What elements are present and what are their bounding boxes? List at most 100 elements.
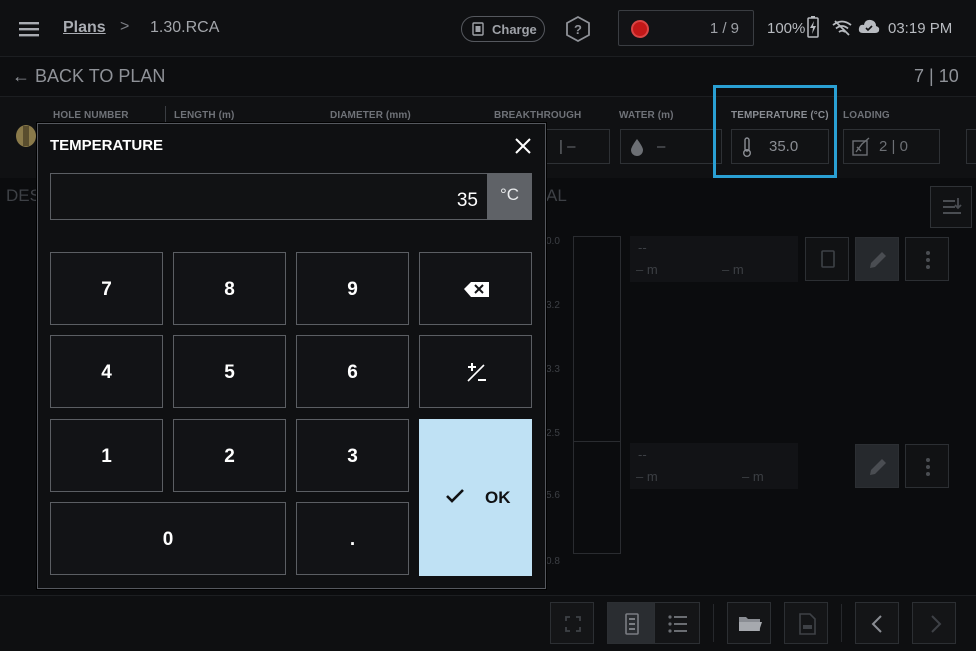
- help-icon[interactable]: ?: [563, 14, 593, 44]
- key-label: 6: [347, 362, 358, 383]
- ok-button[interactable]: OK: [419, 419, 532, 576]
- col-header-breakthrough: BREAKTHROUGH: [494, 110, 582, 121]
- bottom-toolbar: [0, 595, 976, 651]
- scale-label: 3.2: [546, 300, 560, 311]
- plus-minus-button[interactable]: [419, 335, 532, 408]
- next-hole-button[interactable]: [912, 602, 956, 644]
- folder-icon: [739, 617, 762, 631]
- key-7[interactable]: 7: [50, 252, 163, 325]
- cloud-sync-icon: [858, 18, 880, 34]
- key-label: 0: [162, 529, 174, 550]
- deck-more-button[interactable]: [905, 237, 949, 281]
- previous-hole-button[interactable]: [855, 602, 899, 644]
- temperature-input[interactable]: 35: [50, 173, 488, 220]
- scale-label: 5.6: [546, 490, 560, 501]
- open-folder-button[interactable]: [727, 602, 771, 644]
- key-6[interactable]: 6: [296, 335, 409, 408]
- chevron-right-icon: [931, 615, 942, 633]
- svg-text:?: ?: [574, 22, 582, 37]
- deck-card[interactable]: -- – m – m: [630, 236, 798, 282]
- charge-icon: [471, 22, 485, 36]
- key-label: 1: [101, 446, 112, 467]
- col-header-water: WATER (m): [619, 110, 674, 121]
- record-dot-icon: [631, 20, 649, 38]
- key-decimal[interactable]: .: [296, 502, 409, 575]
- deck-edit-button[interactable]: [855, 237, 899, 281]
- breadcrumb-current: 1.30.RCA: [150, 19, 220, 36]
- unit-label: °C: [487, 173, 532, 220]
- key-label: 3: [347, 446, 358, 467]
- document-icon: [799, 613, 816, 635]
- deck-length: – m: [636, 469, 658, 484]
- loading-field[interactable]: 2 | 0: [843, 129, 940, 164]
- key-2[interactable]: 2: [173, 419, 286, 492]
- deck-card[interactable]: -- – m – m: [630, 443, 798, 489]
- key-label: .: [349, 529, 356, 550]
- breadcrumb-plans-link[interactable]: Plans: [63, 19, 106, 37]
- breadcrumb-separator: >: [120, 18, 130, 35]
- expand-button[interactable]: [550, 602, 594, 644]
- backspace-icon: [464, 282, 489, 297]
- hamburger-menu-icon[interactable]: [14, 14, 44, 44]
- ok-label: OK: [485, 488, 511, 507]
- section-label-left: DES: [6, 186, 41, 205]
- breakthrough-field[interactable]: | –: [546, 129, 610, 164]
- pencil-icon: [870, 252, 886, 268]
- hole-icon: [15, 124, 37, 148]
- toolbar-divider: [841, 604, 842, 642]
- key-3[interactable]: 3: [296, 419, 409, 492]
- hole-view-button[interactable]: [607, 602, 655, 644]
- col-divider: [165, 106, 166, 124]
- extra-field[interactable]: [966, 129, 976, 164]
- scale-label: 2.5: [546, 428, 560, 439]
- battery-charging-icon: [807, 16, 819, 38]
- deck-length: – m: [742, 469, 764, 484]
- deck-edit-button[interactable]: [855, 444, 899, 488]
- water-drop-icon: [629, 138, 645, 156]
- hole-view-icon: [625, 613, 639, 635]
- close-icon[interactable]: [511, 134, 535, 158]
- list-icon: [668, 615, 687, 633]
- water-field[interactable]: –: [620, 129, 722, 164]
- key-label: 4: [101, 362, 112, 383]
- export-pdf-button[interactable]: [784, 602, 828, 644]
- deck-more-button[interactable]: [905, 444, 949, 488]
- clock: 03:19 PM: [888, 20, 953, 37]
- check-icon: [445, 487, 465, 505]
- scale-label: 0.0: [546, 236, 560, 247]
- col-header-loading: LOADING: [843, 110, 890, 121]
- key-8[interactable]: 8: [173, 252, 286, 325]
- key-9[interactable]: 9: [296, 252, 409, 325]
- dialog-title: TEMPERATURE: [50, 137, 164, 154]
- deck-name: --: [638, 240, 647, 255]
- charge-button[interactable]: Charge: [461, 16, 545, 42]
- expand-icon: [565, 616, 581, 632]
- key-label: 2: [224, 446, 235, 467]
- record-counter[interactable]: 1 / 9: [618, 10, 754, 46]
- more-vertical-icon: [926, 458, 930, 476]
- backspace-button[interactable]: [419, 252, 532, 325]
- scale-label: 0.8: [546, 556, 560, 567]
- plus-minus-icon: [467, 363, 486, 382]
- loading-value: 2 | 0: [879, 138, 908, 155]
- deck-charge-button[interactable]: [805, 237, 849, 281]
- key-label: 8: [224, 279, 235, 300]
- hole-page-counter: 7 | 10: [914, 66, 959, 86]
- list-view-button[interactable]: [654, 602, 700, 644]
- col-header-length: LENGTH (m): [174, 110, 235, 121]
- toolbar-divider: [713, 604, 714, 642]
- back-to-plan-link[interactable]: ← BACK TO PLAN: [12, 66, 165, 87]
- col-header-hole-number: HOLE NUMBER: [53, 110, 129, 121]
- deck-length: – m: [636, 262, 658, 277]
- battery-percentage: 100%: [767, 20, 806, 37]
- key-label: 5: [224, 362, 235, 383]
- section-label-right: AL: [546, 186, 567, 205]
- key-5[interactable]: 5: [173, 335, 286, 408]
- sort-list-button[interactable]: [930, 186, 972, 228]
- key-label: 7: [101, 279, 112, 300]
- deck-length: – m: [722, 262, 744, 277]
- key-1[interactable]: 1: [50, 419, 163, 492]
- record-count-text: 1 / 9: [709, 20, 739, 37]
- key-4[interactable]: 4: [50, 335, 163, 408]
- key-0[interactable]: 0: [50, 502, 286, 575]
